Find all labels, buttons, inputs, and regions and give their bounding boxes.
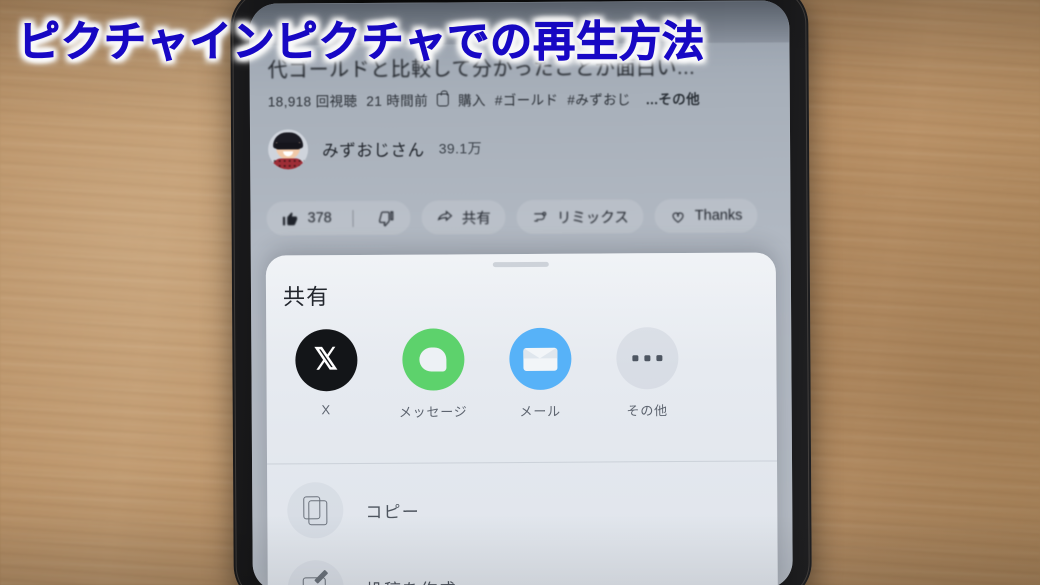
sheet-divider — [267, 460, 778, 465]
upload-age: 21 時間前 — [366, 93, 429, 109]
share-bottom-sheet: 共有 𝕏 X メッセージ メール その他 コピー — [265, 252, 778, 585]
share-action-label: コピー — [365, 502, 420, 522]
thanks-label: Thanks — [694, 207, 743, 224]
speech-bubble-glyph — [419, 347, 447, 372]
video-overlay-caption: ピクチャインピクチャでの再生方法 — [17, 18, 706, 66]
remix-icon — [532, 208, 549, 225]
sheet-drag-handle[interactable] — [492, 261, 549, 268]
description-more-link[interactable]: ...その他 — [646, 88, 700, 108]
share-action-label: 投稿を作成 — [366, 575, 457, 585]
thumbs-up-icon — [281, 210, 298, 227]
mail-icon — [508, 327, 572, 391]
remix-button[interactable]: リミックス — [516, 199, 644, 235]
more-dots-icon — [615, 327, 679, 390]
share-target-x[interactable]: 𝕏 X — [272, 329, 380, 422]
share-sheet-title: 共有 — [282, 284, 330, 310]
video-action-bar: 378 共有 リミックス Thanks — [266, 198, 758, 236]
share-target-label: その他 — [626, 403, 668, 419]
smartphone-device: 代ゴールドと比較して分かったことが面白い... 18,918 回視聴 21 時間… — [230, 0, 812, 585]
remix-label: リミックス — [556, 209, 629, 227]
share-action-create-post[interactable]: 投稿を作成 — [268, 546, 778, 585]
like-dislike-pill: 378 — [266, 200, 411, 236]
share-target-mail[interactable]: メール — [486, 327, 594, 421]
avatar[interactable] — [267, 129, 309, 170]
phone-screen: 代ゴールドと比較して分かったことが面白い... 18,918 回視聴 21 時間… — [249, 0, 793, 585]
channel-subscriber-count: 39.1万 — [438, 140, 483, 157]
envelope-glyph — [522, 347, 557, 371]
hashtag-mizuoji[interactable]: #みずおじ — [567, 88, 631, 108]
like-count: 378 — [307, 210, 332, 227]
share-target-label: X — [321, 402, 331, 418]
channel-row[interactable]: みずおじさん 39.1万 — [267, 128, 483, 170]
thanks-heart-icon — [670, 207, 687, 224]
video-meta-row: 18,918 回視聴 21 時間前 購入 #ゴールド #みずおじ ...その他 — [268, 88, 700, 111]
share-target-list: 𝕏 X メッセージ メール その他 — [272, 326, 771, 421]
view-count: 18,918 回視聴 — [267, 93, 358, 110]
thanks-button[interactable]: Thanks — [654, 198, 758, 234]
share-target-messages[interactable]: メッセージ — [379, 328, 487, 421]
share-button[interactable]: 共有 — [421, 200, 506, 235]
three-dots-glyph — [631, 355, 662, 362]
share-target-more[interactable]: その他 — [593, 327, 701, 420]
share-target-label: メッセージ — [398, 404, 468, 420]
share-target-label: メール — [519, 403, 561, 420]
x-logo-icon: 𝕏 — [294, 329, 358, 392]
copy-icon — [287, 482, 344, 539]
share-label: 共有 — [461, 210, 491, 227]
x-glyph: 𝕏 — [313, 343, 339, 377]
share-arrow-icon — [437, 209, 454, 226]
compose-post-icon — [287, 560, 344, 585]
avatar-sunglasses-icon — [275, 142, 302, 150]
dislike-button[interactable] — [362, 201, 411, 235]
avatar-shirt-pattern — [272, 158, 305, 170]
hashtag-gold[interactable]: #ゴールド — [495, 89, 559, 109]
shopping-label[interactable]: 購入 — [458, 89, 486, 109]
share-action-copy[interactable]: コピー — [267, 468, 777, 549]
thumbs-down-icon — [378, 209, 395, 227]
channel-name[interactable]: みずおじさん — [322, 137, 425, 162]
shopping-bag-icon — [436, 92, 450, 107]
like-dislike-divider — [352, 209, 354, 227]
like-button[interactable]: 378 — [266, 201, 344, 235]
messages-icon — [401, 328, 465, 391]
